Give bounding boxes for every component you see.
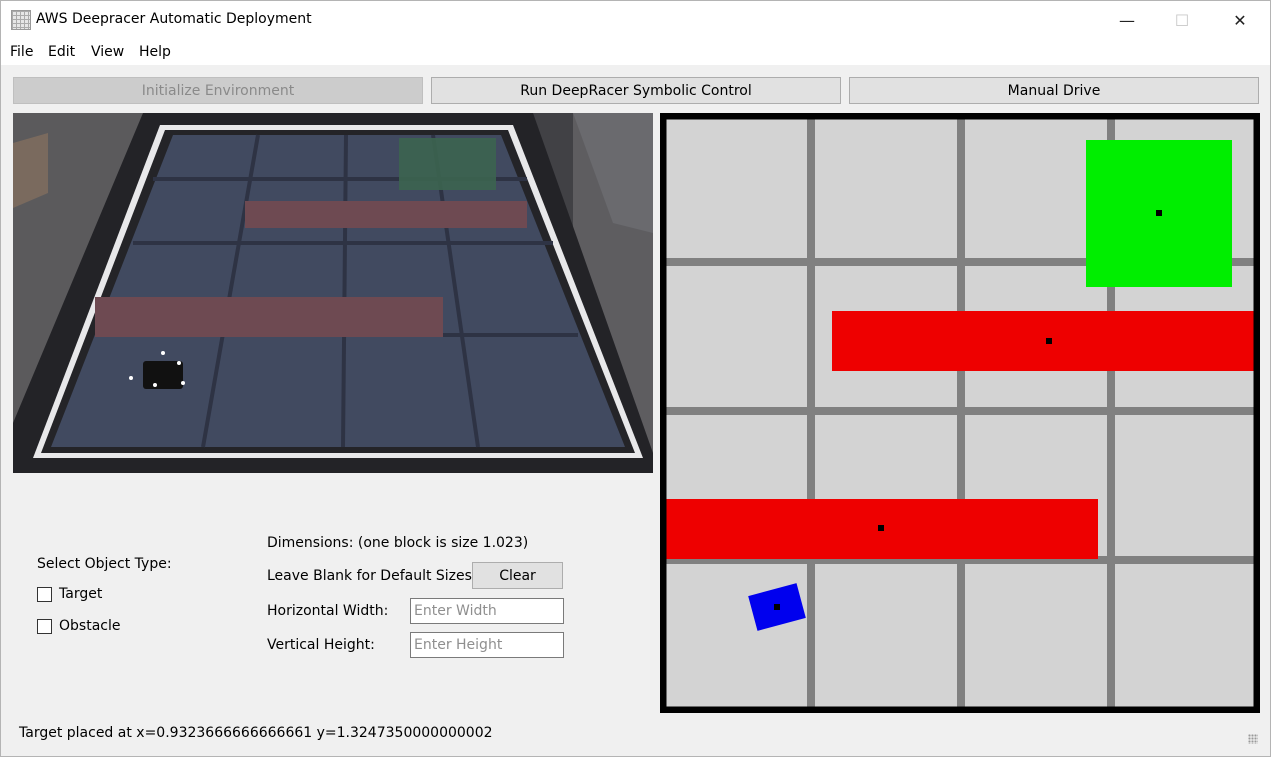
minimize-icon[interactable]: —	[1098, 1, 1156, 39]
grid-line-h2	[660, 407, 1260, 415]
target-checkbox-label[interactable]: Target	[59, 586, 102, 602]
obstacle-checkbox-label[interactable]: Obstacle	[59, 618, 120, 634]
map-view[interactable]	[659, 112, 1261, 714]
obstacle-checkbox[interactable]	[37, 619, 52, 634]
maximize-icon: ☐	[1174, 10, 1190, 30]
height-label: Vertical Height:	[267, 637, 375, 653]
obstacle-upper-center-marker	[1046, 338, 1052, 344]
resize-grip-icon[interactable]	[1248, 734, 1258, 744]
dimensions-heading: Dimensions: (one block is size 1.023)	[267, 535, 529, 551]
obstacle-lower-center-marker	[878, 525, 884, 531]
menu-file[interactable]: File	[10, 44, 33, 60]
menu-edit[interactable]: Edit	[48, 44, 75, 60]
status-text: Target placed at x=0.9323666666666661 y=…	[19, 725, 493, 741]
menu-view[interactable]: View	[91, 44, 124, 60]
clear-button[interactable]: Clear	[472, 562, 563, 589]
target-center-marker	[1156, 210, 1162, 216]
window-title: AWS Deepracer Automatic Deployment	[36, 11, 312, 27]
car-center-marker	[774, 604, 780, 610]
default-sizes-hint: Leave Blank for Default Sizes	[267, 568, 472, 584]
object-type-heading: Select Object Type:	[37, 556, 172, 572]
app-icon	[11, 10, 31, 30]
manual-drive-button[interactable]: Manual Drive	[849, 77, 1259, 104]
width-input[interactable]	[410, 598, 564, 624]
close-icon[interactable]: ✕	[1211, 1, 1269, 39]
initialize-environment-button: Initialize Environment	[13, 77, 423, 104]
map-canvas[interactable]	[659, 112, 1261, 714]
run-symbolic-control-button[interactable]: Run DeepRacer Symbolic Control	[431, 77, 841, 104]
width-label: Horizontal Width:	[267, 603, 389, 619]
camera-feed	[13, 113, 653, 473]
menu-help[interactable]: Help	[139, 44, 171, 60]
app-window: AWS Deepracer Automatic Deployment — ☐ ✕…	[0, 0, 1271, 757]
camera-scene	[13, 113, 653, 473]
menu-bar: File Edit View Help	[1, 39, 1270, 65]
target-checkbox[interactable]	[37, 587, 52, 602]
height-input[interactable]	[410, 632, 564, 658]
title-bar[interactable]: AWS Deepracer Automatic Deployment — ☐ ✕	[1, 1, 1270, 39]
